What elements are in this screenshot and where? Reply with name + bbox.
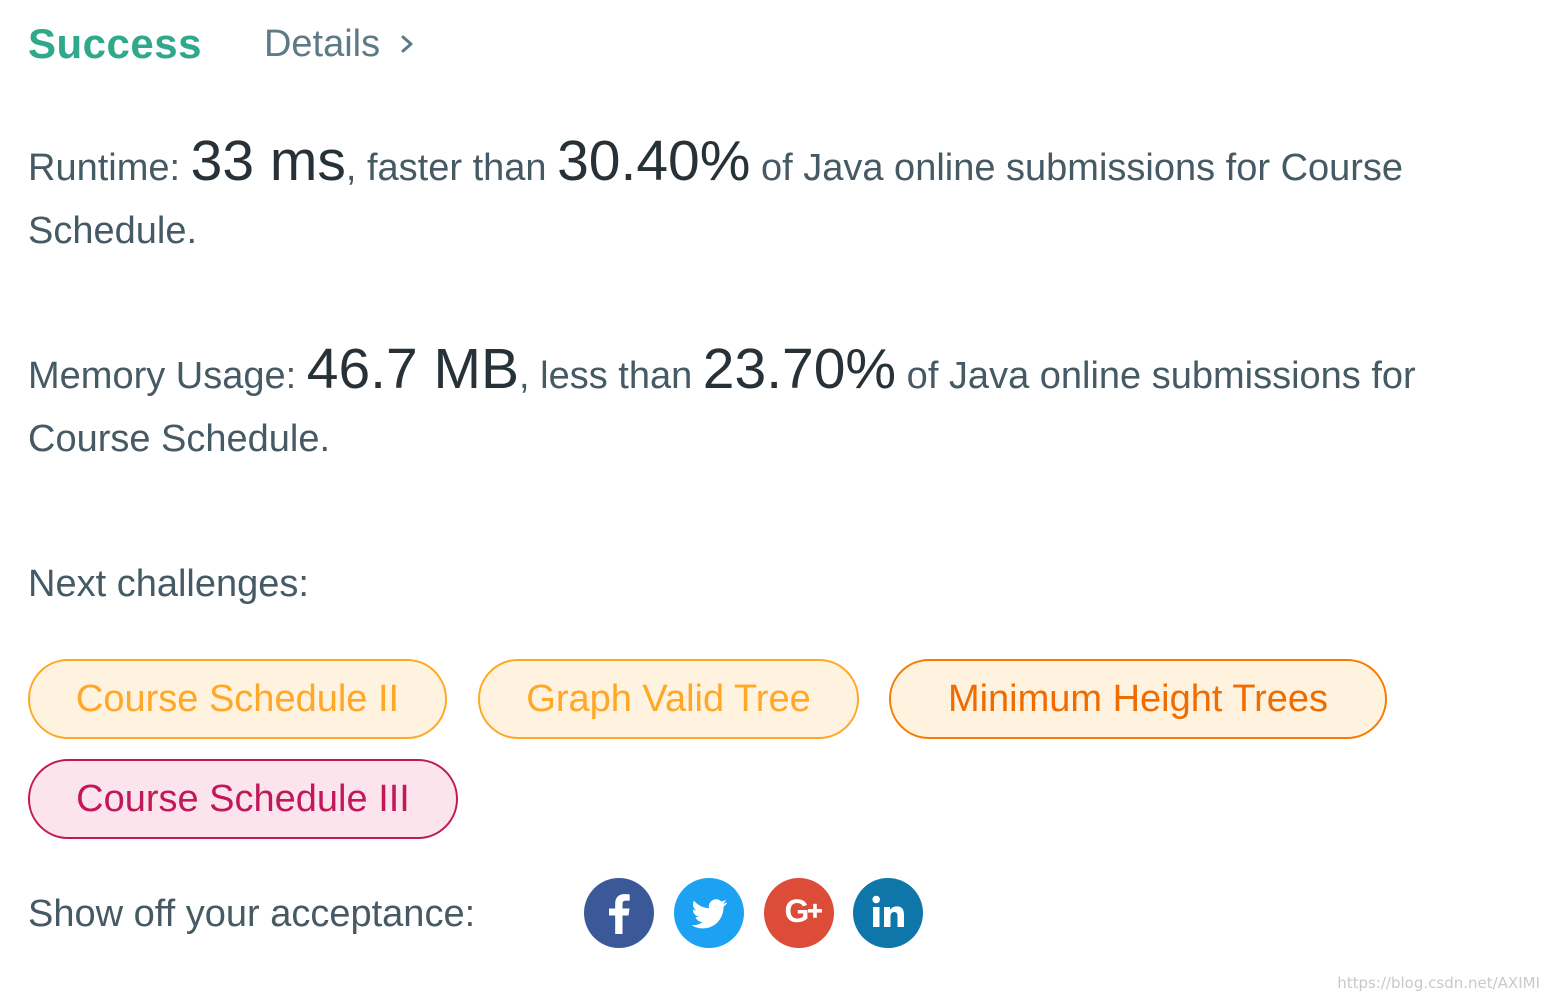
runtime-label: Runtime:	[28, 147, 191, 189]
runtime-comparison: , faster than	[345, 147, 558, 189]
memory-stat: Memory Usage: 46.7 MB, less than 23.70% …	[28, 338, 1518, 471]
challenge-course-schedule-iii[interactable]: Course Schedule III	[28, 759, 458, 839]
challenge-course-schedule-ii[interactable]: Course Schedule II	[28, 659, 447, 739]
memory-label: Memory Usage:	[28, 355, 307, 397]
google-plus-icon: G	[785, 893, 822, 929]
memory-value: 46.7 MB	[306, 337, 520, 401]
runtime-value: 33 ms	[190, 129, 346, 193]
next-challenges-label: Next challenges:	[28, 563, 309, 605]
share-linkedin-button[interactable]	[853, 878, 923, 948]
svg-text:G: G	[785, 893, 810, 929]
challenge-graph-valid-tree[interactable]: Graph Valid Tree	[478, 659, 859, 739]
watermark: https://blog.csdn.net/AXIMI	[1337, 974, 1540, 992]
twitter-icon	[691, 899, 728, 929]
challenge-minimum-height-trees[interactable]: Minimum Height Trees	[889, 659, 1387, 739]
result-header: Success Details	[28, 14, 416, 74]
share-google-plus-button[interactable]: G	[764, 878, 834, 948]
share-facebook-button[interactable]	[584, 878, 654, 948]
facebook-icon	[609, 894, 630, 934]
linkedin-icon	[872, 895, 904, 927]
chevron-right-icon	[401, 35, 413, 53]
runtime-percent: 30.40%	[557, 129, 751, 193]
runtime-stat: Runtime: 33 ms, faster than 30.40% of Ja…	[28, 130, 1518, 263]
memory-comparison: , less than	[519, 355, 703, 397]
details-link[interactable]: Details	[264, 23, 416, 66]
share-twitter-button[interactable]	[674, 878, 744, 948]
memory-percent: 23.70%	[702, 337, 897, 401]
share-label: Show off your acceptance:	[28, 893, 476, 935]
status-title: Success	[28, 20, 202, 67]
details-label: Details	[263, 22, 381, 65]
